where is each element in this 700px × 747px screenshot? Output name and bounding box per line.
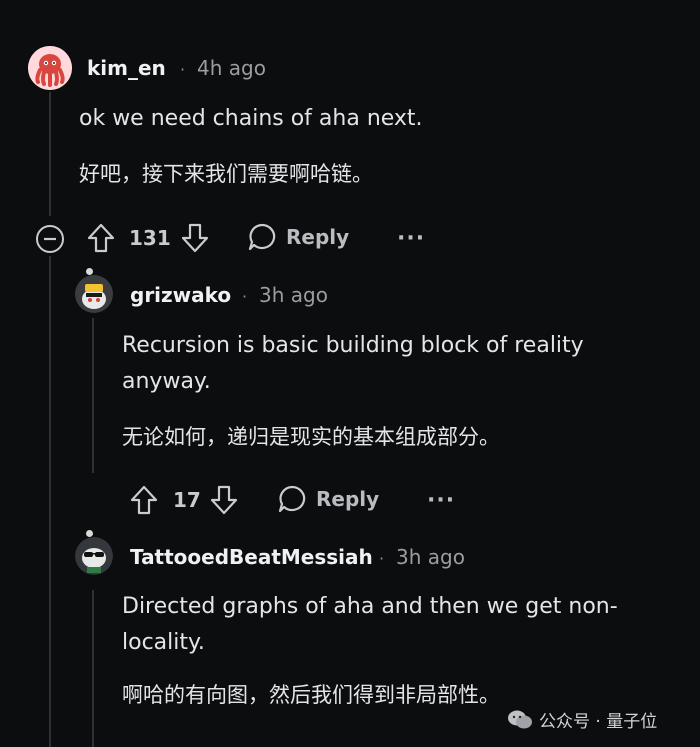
snoo-sunglasses-avatar-icon[interactable] — [75, 537, 113, 575]
avatar-antenna — [86, 268, 93, 275]
downvote-button[interactable] — [180, 222, 210, 254]
vote-count: 17 — [173, 488, 201, 512]
upvote-button[interactable] — [86, 222, 116, 254]
thread-line-root — [49, 92, 51, 216]
comment-bubble-icon — [277, 484, 307, 514]
comment-translation: 好吧，接下来我们需要啊哈链。 — [79, 162, 373, 186]
username[interactable]: kim_en — [87, 56, 166, 80]
more-options-icon[interactable]: ··· — [397, 226, 425, 251]
thread-line-root-continued — [49, 256, 51, 747]
reply-button[interactable]: Reply — [277, 484, 379, 514]
separator-dot: · — [379, 549, 385, 568]
timestamp: 4h ago — [197, 56, 266, 80]
username[interactable]: TattooedBeatMessiah — [130, 545, 373, 569]
downvote-button[interactable] — [209, 484, 239, 516]
comment-bubble-icon — [247, 222, 277, 252]
comment-text: ok we need chains of aha next. — [79, 106, 423, 131]
comment-text: Directed graphs of aha and then we get n… — [122, 594, 618, 655]
avatar-antenna — [86, 530, 93, 537]
upvote-button[interactable] — [129, 484, 159, 516]
timestamp: 3h ago — [396, 545, 465, 569]
snoo-avatar-icon[interactable] — [75, 275, 113, 313]
comment-text: Recursion is basic building block of rea… — [122, 333, 584, 394]
more-options-icon[interactable]: ··· — [427, 488, 455, 513]
separator-dot: · — [180, 60, 186, 79]
upvote-icon[interactable] — [129, 484, 159, 516]
thread-line-reply-2 — [92, 590, 94, 747]
collapse-icon[interactable] — [35, 224, 65, 254]
reply-label[interactable]: Reply — [316, 487, 379, 511]
reply-label[interactable]: Reply — [286, 225, 349, 249]
thread-line-reply-1 — [92, 318, 94, 473]
watermark-text: 公众号 · 量子位 — [539, 712, 658, 732]
downvote-icon[interactable] — [180, 222, 210, 254]
wechat-icon — [507, 709, 533, 731]
username[interactable]: grizwako — [130, 283, 231, 307]
downvote-icon[interactable] — [209, 484, 239, 516]
reply-button[interactable]: Reply — [247, 222, 349, 252]
vote-count: 131 — [129, 226, 171, 250]
watermark: 公众号 · 量子位 — [507, 707, 657, 732]
upvote-icon[interactable] — [86, 222, 116, 254]
octopus-avatar-icon[interactable] — [28, 46, 72, 90]
timestamp: 3h ago — [259, 283, 328, 307]
separator-dot: · — [242, 287, 248, 306]
comment-translation: 无论如何，递归是现实的基本组成部分。 — [122, 425, 500, 449]
comment-translation: 啊哈的有向图，然后我们得到非局部性。 — [122, 683, 500, 707]
